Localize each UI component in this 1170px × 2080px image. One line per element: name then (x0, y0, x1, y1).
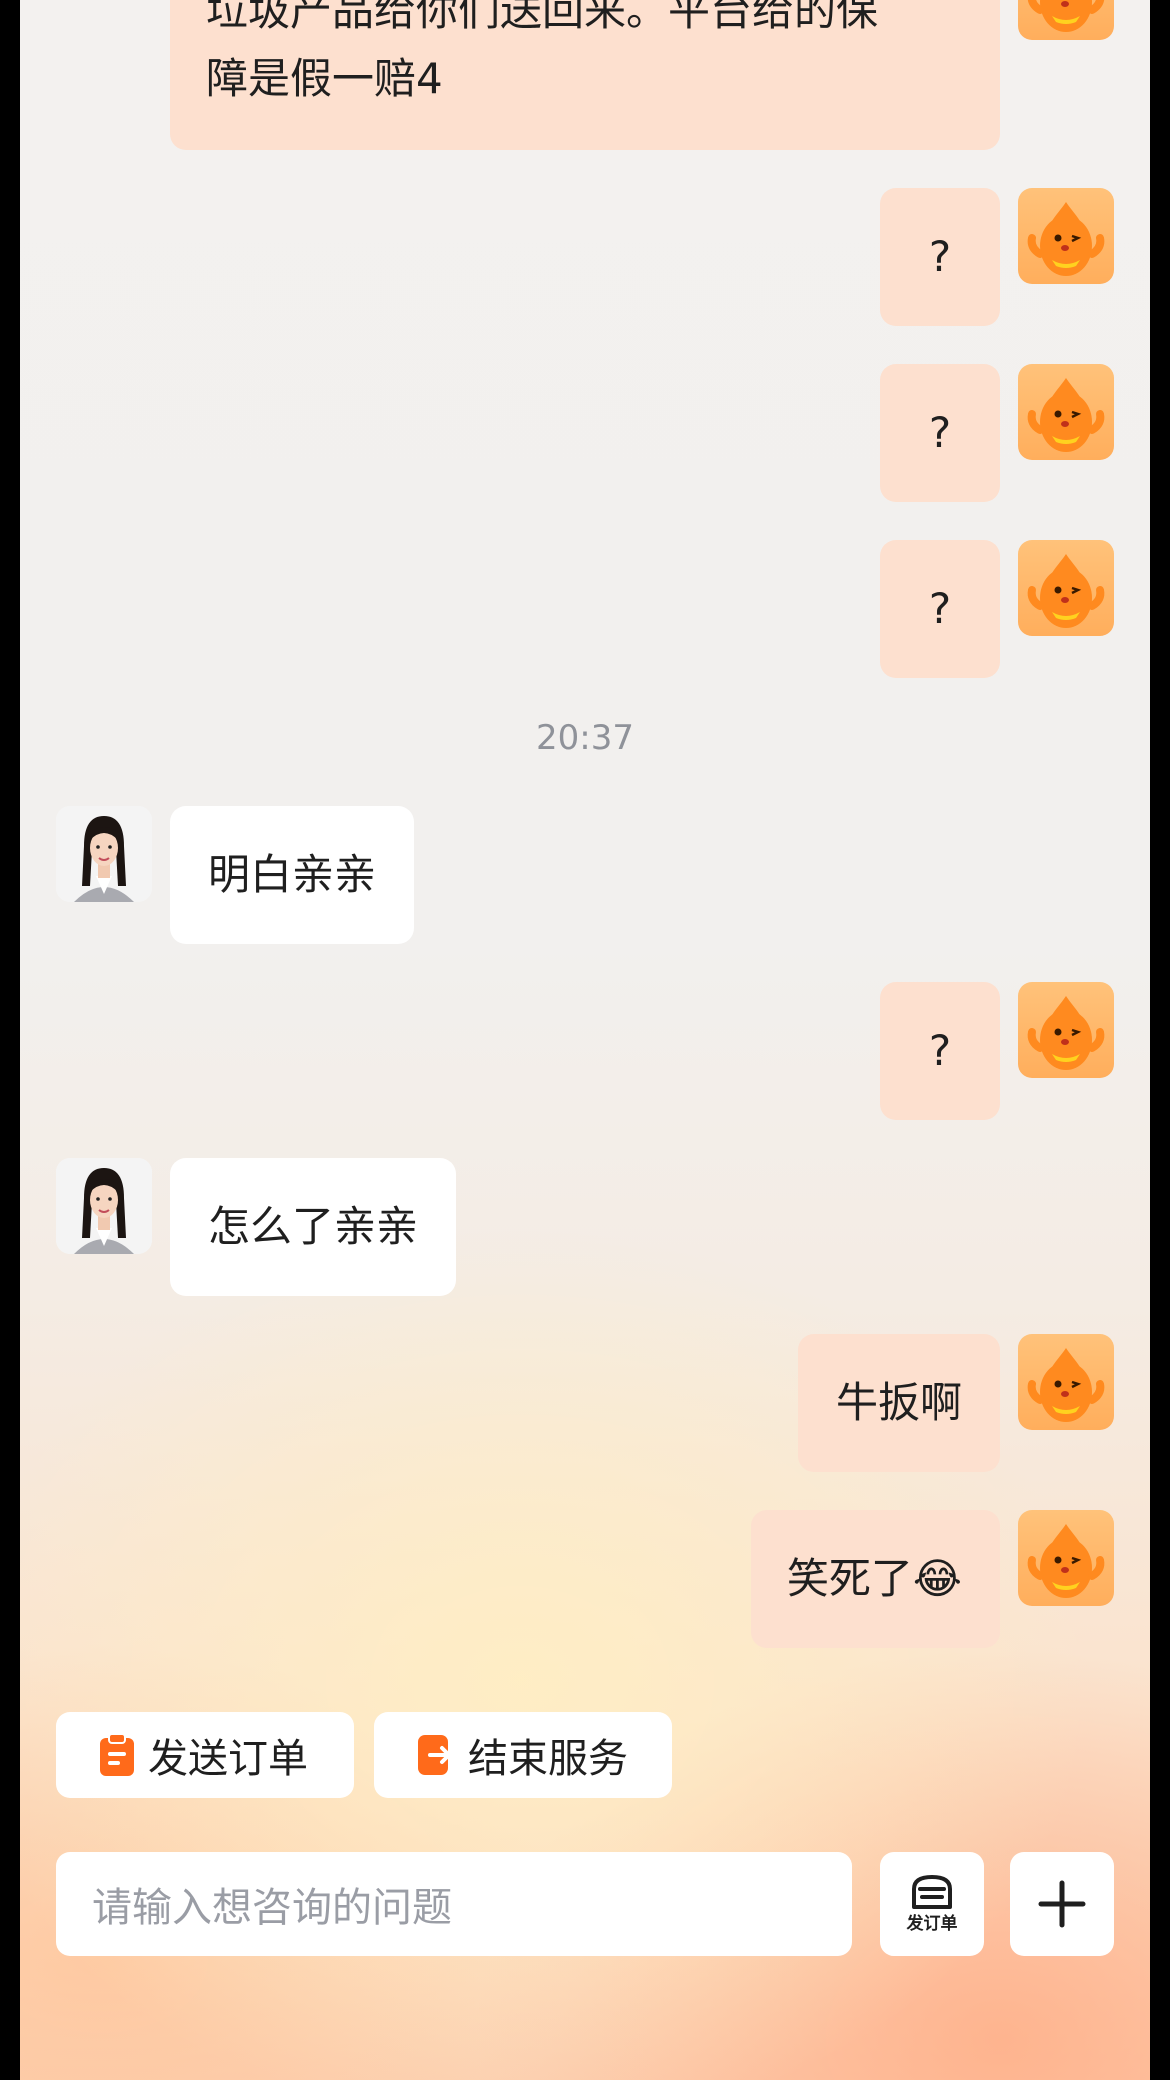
message-timestamp: 20:37 (536, 718, 634, 758)
more-button[interactable] (1010, 1852, 1114, 1956)
my-avatar[interactable] (1018, 0, 1114, 40)
message-bubble[interactable]: ? (880, 540, 1000, 678)
my-avatar[interactable] (1018, 364, 1114, 460)
end-service-button[interactable]: 结束服务 (374, 1712, 672, 1798)
message-text: 笑死了😂 (786, 1554, 962, 1603)
send-order-button[interactable]: 发送订单 (56, 1712, 354, 1798)
mascot-icon (1027, 0, 1105, 32)
message-text-line: 垃圾产品给你们送回来。平台给的保 (206, 0, 879, 35)
mascot-icon (1027, 996, 1105, 1070)
message-text-line: 障是假一赔4 (206, 54, 443, 103)
message-bubble[interactable]: 怎么了亲亲 (170, 1158, 457, 1296)
mascot-icon (1027, 1348, 1105, 1422)
message-text: 怎么了亲亲 (208, 1202, 419, 1251)
message-bubble[interactable]: ? (880, 982, 1000, 1120)
my-avatar[interactable] (1018, 1510, 1114, 1606)
message-input-placeholder: 请输入想咨询的问题 (92, 1885, 452, 1931)
my-avatar[interactable] (1018, 1334, 1114, 1430)
message-text: ? (928, 1026, 952, 1075)
agent-portrait-icon (56, 1158, 152, 1254)
exit-icon (418, 1735, 451, 1775)
message-bubble[interactable]: ? (880, 364, 1000, 502)
mascot-icon (1027, 378, 1105, 452)
message-text: ? (928, 584, 952, 633)
end-service-label: 结束服务 (468, 1736, 628, 1782)
message-bubble[interactable]: ? (880, 188, 1000, 326)
my-avatar[interactable] (1018, 540, 1114, 636)
message-text: 明白亲亲 (208, 850, 377, 899)
message-text: ? (928, 232, 952, 281)
message-bubble[interactable]: 明白亲亲 (170, 806, 415, 944)
message-text: ? (928, 408, 952, 457)
my-avatar[interactable] (1018, 188, 1114, 284)
mascot-icon (1027, 554, 1105, 628)
chat-screen: 垃圾产品给你们送回来。平台给的保 障是假一赔4 ? ? ? 20:37 明白亲亲… (20, 0, 1150, 2080)
send-order-icon-button[interactable]: 发订单 (880, 1852, 984, 1956)
plus-icon (1038, 1880, 1086, 1928)
message-input[interactable]: 请输入想咨询的问题 (56, 1852, 852, 1956)
mascot-icon (1027, 1524, 1105, 1598)
message-text: 牛扳啊 (835, 1378, 962, 1427)
send-order-icon-label: 发订单 (906, 1913, 958, 1934)
order-bag-icon (912, 1874, 952, 1909)
message-bubble[interactable]: 笑死了😂 (750, 1510, 1000, 1648)
clipboard-icon (100, 1734, 134, 1776)
agent-portrait-icon (56, 806, 152, 902)
agent-avatar[interactable] (56, 806, 152, 902)
send-order-label: 发送订单 (148, 1736, 308, 1782)
mascot-icon (1027, 202, 1105, 276)
agent-avatar[interactable] (56, 1158, 152, 1254)
message-bubble[interactable]: 牛扳啊 (797, 1334, 1000, 1472)
my-avatar[interactable] (1018, 982, 1114, 1078)
message-bubble[interactable]: 垃圾产品给你们送回来。平台给的保 障是假一赔4 (170, 0, 1000, 150)
